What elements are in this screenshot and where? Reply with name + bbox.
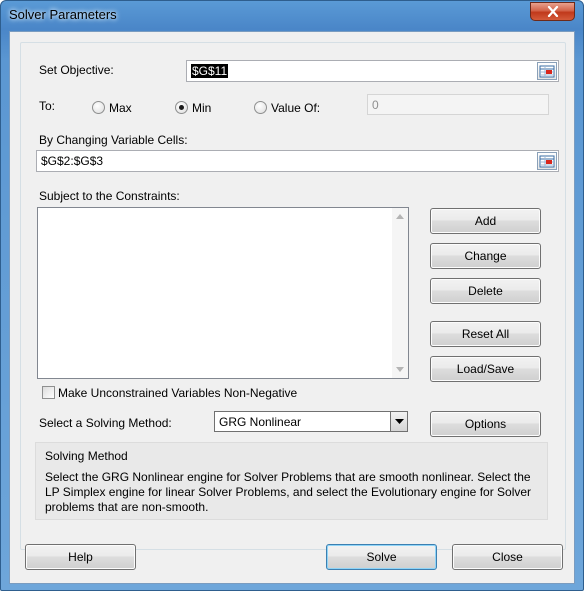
range-select-icon — [539, 65, 555, 77]
objective-label: Set Objective: — [39, 63, 114, 77]
reset-all-button-label: Reset All — [461, 327, 510, 341]
options-button-label: Options — [464, 417, 507, 431]
changing-cells-range-button[interactable] — [537, 152, 557, 170]
load-save-button-label: Load/Save — [456, 362, 515, 376]
constraints-scrollbar[interactable] — [392, 208, 408, 378]
objective-input[interactable]: $G$11 — [186, 60, 559, 82]
radio-selected-dot — [179, 105, 184, 110]
nonnegative-checkbox[interactable] — [42, 386, 55, 399]
objective-range-button[interactable] — [537, 62, 557, 80]
radio-min[interactable] — [175, 101, 188, 114]
solving-method-value: GRG Nonlinear — [219, 415, 302, 429]
close-button-label: Close — [492, 550, 523, 564]
delete-button[interactable]: Delete — [430, 278, 541, 304]
changing-cells-input[interactable]: $G$2:$G$3 — [36, 150, 559, 172]
solver-parameters-window: Solver Parameters Set Objective: $G$11 T… — [0, 0, 584, 591]
close-button[interactable]: Close — [452, 544, 563, 570]
delete-button-label: Delete — [468, 284, 503, 298]
solve-button[interactable]: Solve — [326, 544, 437, 570]
help-button[interactable]: Help — [25, 544, 136, 570]
scroll-down-icon[interactable] — [396, 367, 404, 372]
add-button[interactable]: Add — [430, 208, 541, 234]
constraints-label: Subject to the Constraints: — [39, 189, 180, 203]
constraints-list[interactable] — [37, 207, 409, 379]
close-icon — [547, 6, 558, 17]
reset-all-button[interactable]: Reset All — [430, 321, 541, 347]
chevron-down-icon — [394, 419, 404, 424]
window-close-button[interactable] — [530, 2, 575, 21]
description-title: Solving Method — [45, 449, 128, 463]
value-of-value: 0 — [372, 98, 379, 112]
add-button-label: Add — [474, 214, 497, 228]
change-button[interactable]: Change — [430, 243, 541, 269]
radio-min-label: Min — [192, 101, 212, 115]
radio-max-label: Max — [109, 101, 132, 115]
dialog-body: Set Objective: $G$11 To: Max Min Value O… — [9, 31, 575, 584]
to-label: To: — [39, 99, 56, 113]
radio-value-of-label: Value Of: — [271, 101, 321, 115]
radio-max[interactable] — [92, 101, 105, 114]
solving-method-description: Solving Method Select the GRG Nonlinear … — [35, 442, 548, 520]
nonnegative-label: Make Unconstrained Variables Non-Negativ… — [58, 386, 298, 400]
solve-button-label: Solve — [366, 550, 397, 564]
description-text: Select the GRG Nonlinear engine for Solv… — [45, 470, 532, 514]
title-bar[interactable]: Solver Parameters — [1, 1, 583, 31]
value-of-input[interactable]: 0 — [367, 94, 549, 115]
radio-value-of[interactable] — [254, 101, 267, 114]
help-button-label: Help — [68, 550, 93, 564]
options-button[interactable]: Options — [430, 411, 541, 437]
solving-method-dropdown[interactable] — [390, 412, 407, 431]
load-save-button[interactable]: Load/Save — [430, 356, 541, 382]
scroll-up-icon[interactable] — [396, 214, 404, 219]
window-title: Solver Parameters — [9, 7, 117, 22]
change-button-label: Change — [464, 249, 507, 263]
range-select-icon — [539, 155, 555, 167]
solving-method-select[interactable]: GRG Nonlinear — [214, 411, 408, 432]
changing-cells-label: By Changing Variable Cells: — [39, 133, 188, 147]
changing-cells-value: $G$2:$G$3 — [41, 154, 104, 168]
solving-method-label: Select a Solving Method: — [39, 416, 172, 430]
objective-value: $G$11 — [191, 64, 229, 78]
